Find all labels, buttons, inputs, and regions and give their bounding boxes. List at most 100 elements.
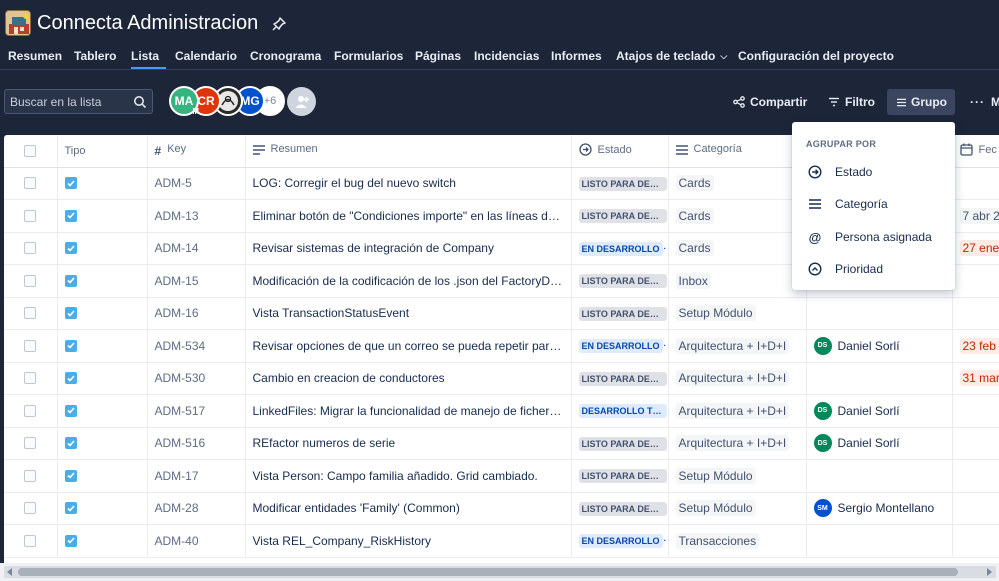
group-by-prioridad[interactable]: Prioridad bbox=[792, 254, 955, 284]
issue-date-cell[interactable] bbox=[952, 394, 999, 428]
group-by-estado[interactable]: Estado bbox=[792, 157, 955, 187]
tab-formularios[interactable]: Formularios bbox=[334, 44, 415, 70]
issue-summary[interactable]: REfactor numeros de serie bbox=[253, 436, 396, 450]
row-checkbox[interactable] bbox=[24, 274, 37, 287]
column-header-tipo[interactable]: Tipo bbox=[57, 135, 148, 168]
issue-key-cell[interactable]: ADM-534 bbox=[147, 329, 246, 363]
issue-category-cell[interactable]: Setup Módulo bbox=[668, 492, 807, 525]
row-checkbox[interactable] bbox=[24, 209, 37, 222]
issue-summary[interactable]: Modificar entidades 'Family' (Common) bbox=[253, 501, 460, 515]
issue-status-cell[interactable]: LISTO PARA DESA... bbox=[571, 199, 669, 233]
row-checkbox[interactable] bbox=[24, 469, 37, 482]
issue-key[interactable]: ADM-517 bbox=[155, 404, 206, 418]
column-header-resumen[interactable]: Resumen bbox=[245, 135, 572, 168]
issue-date-cell[interactable]: 7 abr 20 bbox=[952, 199, 999, 233]
status-lozenge[interactable]: LISTO PARA DESA... bbox=[578, 274, 667, 289]
tab-lista[interactable]: Lista bbox=[131, 44, 166, 70]
issue-summary[interactable]: Revisar sistemas de integración de Compa… bbox=[253, 241, 494, 255]
assignee[interactable]: DS Daniel Sorlí bbox=[813, 401, 945, 420]
issue-summary-cell[interactable]: Vista Person: Campo familia añadido. Gri… bbox=[245, 459, 572, 493]
status-lozenge[interactable]: EN DESARROLLO bbox=[578, 241, 663, 256]
row-checkbox[interactable] bbox=[24, 242, 37, 255]
row-checkbox[interactable] bbox=[24, 372, 37, 385]
row-checkbox[interactable] bbox=[24, 307, 37, 320]
issue-status-cell[interactable]: LISTO PARA DESA... bbox=[571, 492, 669, 525]
issue-key[interactable]: ADM-14 bbox=[155, 241, 199, 255]
issue-date-cell[interactable] bbox=[952, 459, 999, 493]
issue-key-cell[interactable]: ADM-40 bbox=[147, 524, 246, 558]
status-lozenge[interactable]: LISTO PARA DESA... bbox=[578, 209, 667, 224]
issue-category-cell[interactable]: Setup Módulo bbox=[668, 297, 807, 330]
row-checkbox[interactable] bbox=[24, 437, 37, 450]
issue-key[interactable]: ADM-534 bbox=[155, 339, 206, 353]
issue-summary[interactable]: Modificación de la codificación de los .… bbox=[253, 274, 567, 288]
status-lozenge[interactable]: LISTO PARA DESA... bbox=[578, 501, 667, 516]
issue-assignee-cell[interactable]: DS Daniel Sorlí bbox=[806, 394, 953, 428]
issue-category-cell[interactable]: Cards bbox=[668, 199, 807, 233]
column-header-fecha[interactable]: Fec bbox=[952, 135, 999, 168]
issue-summary[interactable]: LinkedFiles: Migrar la funcionalidad de … bbox=[253, 404, 571, 418]
scroll-left-icon[interactable] bbox=[7, 568, 12, 576]
status-lozenge[interactable]: EN DESARROLLO bbox=[578, 534, 663, 549]
tab-paginas[interactable]: Páginas bbox=[415, 44, 474, 70]
issue-key[interactable]: ADM-28 bbox=[155, 501, 199, 515]
issue-assignee-cell[interactable] bbox=[806, 524, 953, 558]
column-header-categoria[interactable]: Categoría bbox=[668, 135, 807, 168]
issue-status-cell[interactable]: EN DESARROLLO bbox=[571, 329, 669, 363]
issue-date-cell[interactable] bbox=[952, 427, 999, 460]
issue-category-cell[interactable]: Transacciones bbox=[668, 524, 807, 558]
assignee[interactable]: DS Daniel Sorlí bbox=[813, 336, 945, 355]
issue-category-cell[interactable]: Arquitectura + I+D+I bbox=[668, 329, 807, 363]
issue-summary-cell[interactable]: LOG: Corregir el bug del nuevo switch bbox=[245, 167, 572, 200]
issue-summary-cell[interactable]: Revisar opciones de que un correo se pue… bbox=[245, 329, 572, 363]
issue-assignee-cell[interactable] bbox=[806, 459, 953, 493]
issue-status-cell[interactable]: LISTO PARA DESA... bbox=[571, 459, 669, 493]
more-options-button[interactable]: ··· M bbox=[970, 89, 999, 115]
issue-status-cell[interactable]: LISTO PARA DESA... bbox=[571, 167, 669, 200]
tab-informes[interactable]: Informes bbox=[551, 44, 616, 70]
issue-summary-cell[interactable]: Modificar entidades 'Family' (Common) bbox=[245, 492, 572, 525]
row-checkbox[interactable] bbox=[24, 404, 37, 417]
issue-date-cell[interactable]: 31 mar bbox=[952, 362, 999, 395]
tab-incidencias[interactable]: Incidencias bbox=[474, 44, 551, 70]
issue-summary-cell[interactable]: Eliminar botón de "Condiciones importe" … bbox=[245, 199, 572, 233]
issue-summary-cell[interactable]: LinkedFiles: Migrar la funcionalidad de … bbox=[245, 394, 572, 428]
search-input[interactable] bbox=[10, 93, 128, 110]
status-lozenge[interactable]: LISTO PARA DESA... bbox=[578, 176, 667, 191]
assignee[interactable]: DS Daniel Sorlí bbox=[813, 434, 945, 453]
tab-cronograma[interactable]: Cronograma bbox=[250, 44, 334, 70]
avatar-ma[interactable]: MA M bbox=[169, 86, 199, 116]
issue-key[interactable]: ADM-5 bbox=[155, 176, 192, 190]
issue-summary[interactable]: LOG: Corregir el bug del nuevo switch bbox=[253, 176, 456, 190]
issue-summary-cell[interactable]: Vista TransactionStatusEvent bbox=[245, 297, 572, 330]
issue-category-cell[interactable]: Arquitectura + I+D+I bbox=[668, 394, 807, 428]
issue-date-cell[interactable] bbox=[952, 492, 999, 525]
issue-assignee-cell[interactable]: DS Daniel Sorlí bbox=[806, 329, 953, 363]
scrollbar-thumb[interactable] bbox=[18, 568, 958, 576]
issue-date-cell[interactable]: 23 feb 2 bbox=[952, 329, 999, 363]
issue-assignee-cell[interactable]: SM Sergio Montellano bbox=[806, 492, 953, 525]
issue-status-cell[interactable]: EN DESARROLLO bbox=[571, 232, 669, 265]
search-icon[interactable] bbox=[133, 95, 147, 109]
issue-category-cell[interactable]: Arquitectura + I+D+I bbox=[668, 427, 807, 460]
tab-calendario[interactable]: Calendario bbox=[175, 44, 250, 70]
column-header-key[interactable]: # Key bbox=[147, 135, 246, 168]
tab-tablero[interactable]: Tablero bbox=[74, 44, 131, 70]
issue-key[interactable]: ADM-530 bbox=[155, 371, 206, 385]
issue-category-cell[interactable]: Cards bbox=[668, 167, 807, 200]
issue-date-cell[interactable] bbox=[952, 167, 999, 200]
add-people-button[interactable] bbox=[287, 87, 316, 116]
scroll-right-icon[interactable] bbox=[987, 568, 992, 576]
issue-status-cell[interactable]: EN DESARROLLO bbox=[571, 524, 669, 558]
issue-summary[interactable]: Revisar opciones de que un correo se pue… bbox=[253, 339, 571, 353]
issue-summary-cell[interactable]: Cambio en creacion de conductores bbox=[245, 362, 572, 395]
issue-key-cell[interactable]: ADM-5 bbox=[147, 167, 246, 200]
issue-assignee-cell[interactable] bbox=[806, 297, 953, 330]
assignee[interactable]: SM Sergio Montellano bbox=[813, 499, 945, 518]
issue-key-cell[interactable]: ADM-516 bbox=[147, 427, 246, 460]
status-lozenge[interactable]: LISTO PARA DESA... bbox=[578, 371, 667, 386]
row-checkbox[interactable] bbox=[24, 534, 37, 547]
group-button[interactable]: Grupo bbox=[887, 89, 955, 115]
issue-summary-cell[interactable]: Revisar sistemas de integración de Compa… bbox=[245, 232, 572, 265]
issue-assignee-cell[interactable] bbox=[806, 362, 953, 395]
